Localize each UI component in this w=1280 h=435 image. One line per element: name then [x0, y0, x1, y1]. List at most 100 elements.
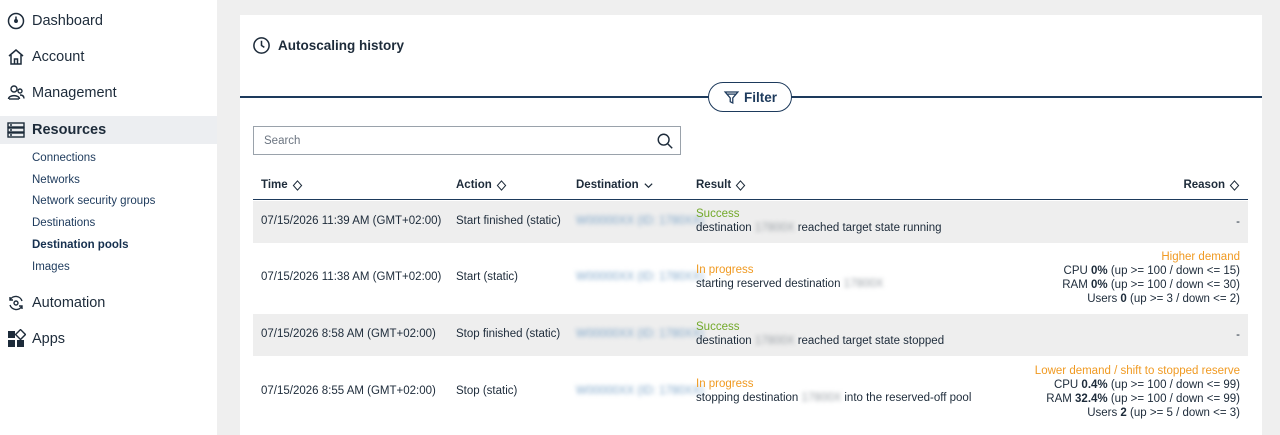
reason-cpu: CPU 0.4% (up >= 100 / down <= 99) [1053, 379, 1240, 391]
sidebar: Dashboard Account Management Resources C… [0, 0, 217, 435]
col-action[interactable]: Action [456, 179, 507, 191]
sort-icon [735, 179, 746, 191]
row-destination-link[interactable]: W00000XX (ID: 1780XX) [576, 385, 704, 397]
row-result-status: In progress [696, 264, 754, 276]
row-reason: Higher demand CPU 0% (up >= 100 / down <… [1062, 250, 1240, 306]
row-time: 07/15/2026 8:58 AM (GMT+02:00) [261, 328, 436, 340]
reason-ram: RAM 32.4% (up >= 100 / down <= 99) [1046, 393, 1240, 405]
row-reason: Lower demand / shift to stopped reserve … [1035, 364, 1240, 420]
reason-title: Higher demand [1161, 251, 1240, 263]
col-destination[interactable]: Destination [576, 179, 654, 191]
row-time: 07/15/2026 8:55 AM (GMT+02:00) [261, 385, 436, 397]
nav-automation[interactable]: Automation [0, 289, 217, 317]
row-result-detail: stopping destination 17800X into the res… [696, 392, 971, 404]
nav-management-label: Management [32, 85, 117, 101]
nav-apps[interactable]: Apps [0, 325, 217, 353]
sub-connections[interactable]: Connections [32, 152, 96, 164]
row-reason: - [1236, 216, 1240, 228]
table-row[interactable]: 07/15/2026 11:39 AM (GMT+02:00) Start fi… [253, 201, 1248, 243]
apps-icon [6, 329, 26, 349]
search-input[interactable] [264, 134, 644, 147]
col-time-label: Time [261, 179, 288, 191]
col-time[interactable]: Time [261, 179, 303, 191]
home-icon [6, 47, 26, 67]
sort-icon [496, 179, 507, 191]
sub-images[interactable]: Images [32, 261, 70, 273]
row-destination-cell: W00000XX (ID: 1780XX) [576, 215, 704, 227]
row-action: Start (static) [456, 271, 518, 283]
row-time: 07/15/2026 11:38 AM (GMT+02:00) [261, 271, 442, 283]
row-result-detail: starting reserved destination 17800X [696, 278, 883, 290]
row-destination-link[interactable]: W00000XX (ID: 1780XX) [576, 215, 704, 227]
users-icon [6, 83, 26, 103]
row-action: Stop finished (static) [456, 328, 561, 340]
col-action-label: Action [456, 179, 492, 191]
result-prefix: destination [696, 222, 752, 234]
col-result-label: Result [696, 179, 732, 191]
row-time: 07/15/2026 11:39 AM (GMT+02:00) [261, 215, 442, 227]
result-suffix: reached target state stopped [797, 335, 945, 347]
result-prefix: starting reserved destination [696, 278, 841, 290]
chevron-down-icon [644, 182, 653, 188]
nav-management[interactable]: Management [0, 79, 217, 107]
reason-users: Users 2 (up >= 5 / down <= 3) [1087, 407, 1240, 419]
row-result-status: In progress [696, 378, 754, 390]
row-destination-cell: W00000XX (ID: 1780XX) [576, 271, 704, 283]
row-result-status: Success [696, 208, 740, 220]
table-row[interactable]: 07/15/2026 11:38 AM (GMT+02:00) Start (s… [253, 243, 1248, 314]
filter-label: Filter [743, 89, 777, 105]
row-action: Start finished (static) [456, 215, 561, 227]
result-destination-id: 17800X [801, 392, 842, 404]
col-reason[interactable]: Reason [1183, 179, 1240, 191]
result-suffix: into the reserved-off pool [844, 392, 972, 404]
row-reason: - [1236, 329, 1240, 341]
result-prefix: destination [696, 335, 752, 347]
clock-icon [253, 36, 270, 54]
autoscaling-panel: Autoscaling history Filter Time Action D… [240, 15, 1262, 435]
sub-destination-pools[interactable]: Destination pools [32, 239, 128, 251]
search-box [253, 126, 681, 155]
row-destination-cell: W00000XX (ID: 1780XX) [576, 385, 704, 397]
table-row[interactable]: 07/15/2026 8:58 AM (GMT+02:00) Stop fini… [253, 314, 1248, 356]
sub-network-security-groups[interactable]: Network security groups [32, 195, 155, 207]
row-result-detail: destination 17800X reached target state … [696, 222, 942, 234]
sort-icon [292, 179, 302, 191]
table-header: Time Action Destination Result Reason [253, 173, 1248, 200]
table-row[interactable]: 07/15/2026 8:55 AM (GMT+02:00) Stop (sta… [253, 356, 1248, 427]
col-destination-label: Destination [576, 179, 639, 191]
result-destination-id: 17800X [754, 222, 795, 234]
sub-networks[interactable]: Networks [32, 174, 80, 186]
search-icon[interactable] [656, 132, 674, 150]
reason-title: Lower demand / shift to stopped reserve [1034, 365, 1240, 377]
sub-destinations[interactable]: Destinations [32, 217, 95, 229]
nav-account-label: Account [32, 49, 85, 65]
result-destination-id: 17800X [754, 335, 795, 347]
col-result[interactable]: Result [696, 179, 746, 191]
server-icon [6, 120, 26, 140]
nav-resources[interactable]: Resources [0, 116, 217, 144]
filter-button[interactable]: Filter [708, 82, 792, 112]
dashboard-icon [6, 11, 26, 31]
nav-dashboard-label: Dashboard [32, 13, 103, 29]
funnel-icon [723, 90, 740, 104]
panel-header: Autoscaling history [252, 35, 404, 55]
nav-resources-label: Resources [32, 122, 107, 138]
row-destination-link[interactable]: W00000XX (ID: 1780XX) [576, 328, 704, 340]
nav-account[interactable]: Account [0, 43, 217, 71]
sort-icon [1229, 179, 1240, 191]
result-suffix: reached target state running [797, 222, 942, 234]
row-action: Stop (static) [456, 385, 518, 397]
nav-automation-label: Automation [32, 295, 106, 311]
reason-users: Users 0 (up >= 3 / down <= 2) [1087, 293, 1240, 305]
automation-icon [6, 293, 26, 313]
reason-ram: RAM 0% (up >= 100 / down <= 30) [1062, 279, 1240, 291]
row-destination-link[interactable]: W00000XX (ID: 1780XX) [576, 271, 704, 283]
nav-apps-label: Apps [32, 331, 66, 347]
row-result-detail: destination 17800X reached target state … [696, 335, 944, 347]
nav-dashboard[interactable]: Dashboard [0, 7, 217, 35]
row-destination-cell: W00000XX (ID: 1780XX) [576, 328, 704, 340]
panel-title: Autoscaling history [278, 37, 405, 53]
result-destination-id: 17800X [843, 278, 884, 290]
reason-cpu: CPU 0% (up >= 100 / down <= 15) [1063, 265, 1240, 277]
row-result-status: Success [696, 321, 740, 333]
